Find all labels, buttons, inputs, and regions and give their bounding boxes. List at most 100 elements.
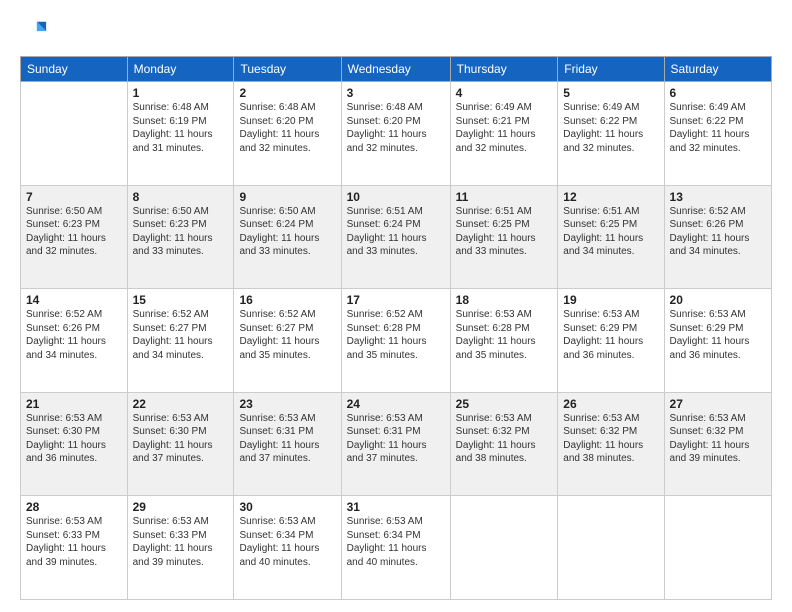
- day-number: 16: [239, 293, 335, 307]
- calendar-cell: [558, 496, 664, 600]
- day-number: 26: [563, 397, 658, 411]
- calendar-cell: 12Sunrise: 6:51 AMSunset: 6:25 PMDayligh…: [558, 185, 664, 289]
- day-number: 12: [563, 190, 658, 204]
- day-info: Sunrise: 6:48 AMSunset: 6:20 PMDaylight:…: [239, 101, 335, 155]
- day-number: 8: [133, 190, 229, 204]
- day-number: 31: [347, 500, 445, 514]
- column-header-thursday: Thursday: [450, 57, 558, 82]
- calendar-cell: 1Sunrise: 6:48 AMSunset: 6:19 PMDaylight…: [127, 82, 234, 186]
- day-info: Sunrise: 6:52 AMSunset: 6:28 PMDaylight:…: [347, 308, 445, 362]
- calendar-cell: 23Sunrise: 6:53 AMSunset: 6:31 PMDayligh…: [234, 392, 341, 496]
- day-info: Sunrise: 6:50 AMSunset: 6:23 PMDaylight:…: [26, 205, 122, 259]
- day-info: Sunrise: 6:52 AMSunset: 6:26 PMDaylight:…: [670, 205, 766, 259]
- day-number: 10: [347, 190, 445, 204]
- day-number: 7: [26, 190, 122, 204]
- day-info: Sunrise: 6:51 AMSunset: 6:25 PMDaylight:…: [563, 205, 658, 259]
- calendar-cell: 22Sunrise: 6:53 AMSunset: 6:30 PMDayligh…: [127, 392, 234, 496]
- day-number: 1: [133, 86, 229, 100]
- column-header-tuesday: Tuesday: [234, 57, 341, 82]
- header: [20, 18, 772, 46]
- calendar-cell: 20Sunrise: 6:53 AMSunset: 6:29 PMDayligh…: [664, 289, 771, 393]
- calendar-cell: 30Sunrise: 6:53 AMSunset: 6:34 PMDayligh…: [234, 496, 341, 600]
- day-info: Sunrise: 6:50 AMSunset: 6:24 PMDaylight:…: [239, 205, 335, 259]
- calendar-cell: 27Sunrise: 6:53 AMSunset: 6:32 PMDayligh…: [664, 392, 771, 496]
- calendar-cell: 3Sunrise: 6:48 AMSunset: 6:20 PMDaylight…: [341, 82, 450, 186]
- column-header-friday: Friday: [558, 57, 664, 82]
- day-number: 28: [26, 500, 122, 514]
- calendar-header-row: SundayMondayTuesdayWednesdayThursdayFrid…: [21, 57, 772, 82]
- calendar-cell: 28Sunrise: 6:53 AMSunset: 6:33 PMDayligh…: [21, 496, 128, 600]
- day-number: 14: [26, 293, 122, 307]
- day-number: 25: [456, 397, 553, 411]
- day-info: Sunrise: 6:53 AMSunset: 6:32 PMDaylight:…: [563, 412, 658, 466]
- calendar-cell: 9Sunrise: 6:50 AMSunset: 6:24 PMDaylight…: [234, 185, 341, 289]
- day-info: Sunrise: 6:53 AMSunset: 6:29 PMDaylight:…: [563, 308, 658, 362]
- logo: [20, 18, 52, 46]
- day-number: 11: [456, 190, 553, 204]
- calendar-cell: 7Sunrise: 6:50 AMSunset: 6:23 PMDaylight…: [21, 185, 128, 289]
- column-header-saturday: Saturday: [664, 57, 771, 82]
- day-info: Sunrise: 6:48 AMSunset: 6:20 PMDaylight:…: [347, 101, 445, 155]
- day-number: 4: [456, 86, 553, 100]
- calendar-cell: 18Sunrise: 6:53 AMSunset: 6:28 PMDayligh…: [450, 289, 558, 393]
- day-info: Sunrise: 6:53 AMSunset: 6:28 PMDaylight:…: [456, 308, 553, 362]
- calendar-cell: 4Sunrise: 6:49 AMSunset: 6:21 PMDaylight…: [450, 82, 558, 186]
- day-number: 20: [670, 293, 766, 307]
- calendar-week-row: 14Sunrise: 6:52 AMSunset: 6:26 PMDayligh…: [21, 289, 772, 393]
- day-info: Sunrise: 6:53 AMSunset: 6:34 PMDaylight:…: [239, 515, 335, 569]
- calendar-cell: 11Sunrise: 6:51 AMSunset: 6:25 PMDayligh…: [450, 185, 558, 289]
- day-number: 24: [347, 397, 445, 411]
- column-header-sunday: Sunday: [21, 57, 128, 82]
- day-info: Sunrise: 6:51 AMSunset: 6:24 PMDaylight:…: [347, 205, 445, 259]
- calendar-cell: 13Sunrise: 6:52 AMSunset: 6:26 PMDayligh…: [664, 185, 771, 289]
- day-info: Sunrise: 6:48 AMSunset: 6:19 PMDaylight:…: [133, 101, 229, 155]
- day-info: Sunrise: 6:49 AMSunset: 6:21 PMDaylight:…: [456, 101, 553, 155]
- day-number: 13: [670, 190, 766, 204]
- day-info: Sunrise: 6:53 AMSunset: 6:32 PMDaylight:…: [456, 412, 553, 466]
- calendar-week-row: 28Sunrise: 6:53 AMSunset: 6:33 PMDayligh…: [21, 496, 772, 600]
- day-number: 15: [133, 293, 229, 307]
- day-number: 9: [239, 190, 335, 204]
- day-number: 23: [239, 397, 335, 411]
- calendar-week-row: 7Sunrise: 6:50 AMSunset: 6:23 PMDaylight…: [21, 185, 772, 289]
- calendar-cell: 26Sunrise: 6:53 AMSunset: 6:32 PMDayligh…: [558, 392, 664, 496]
- day-info: Sunrise: 6:53 AMSunset: 6:29 PMDaylight:…: [670, 308, 766, 362]
- page: SundayMondayTuesdayWednesdayThursdayFrid…: [0, 0, 792, 612]
- calendar-cell: 24Sunrise: 6:53 AMSunset: 6:31 PMDayligh…: [341, 392, 450, 496]
- day-number: 17: [347, 293, 445, 307]
- day-info: Sunrise: 6:53 AMSunset: 6:31 PMDaylight:…: [347, 412, 445, 466]
- column-header-monday: Monday: [127, 57, 234, 82]
- calendar-cell: [21, 82, 128, 186]
- day-number: 3: [347, 86, 445, 100]
- day-number: 21: [26, 397, 122, 411]
- calendar-cell: 17Sunrise: 6:52 AMSunset: 6:28 PMDayligh…: [341, 289, 450, 393]
- calendar-cell: 8Sunrise: 6:50 AMSunset: 6:23 PMDaylight…: [127, 185, 234, 289]
- calendar-cell: 5Sunrise: 6:49 AMSunset: 6:22 PMDaylight…: [558, 82, 664, 186]
- calendar-cell: [450, 496, 558, 600]
- day-info: Sunrise: 6:53 AMSunset: 6:33 PMDaylight:…: [26, 515, 122, 569]
- day-number: 27: [670, 397, 766, 411]
- calendar-cell: 31Sunrise: 6:53 AMSunset: 6:34 PMDayligh…: [341, 496, 450, 600]
- logo-icon: [20, 18, 48, 46]
- calendar-cell: 29Sunrise: 6:53 AMSunset: 6:33 PMDayligh…: [127, 496, 234, 600]
- day-info: Sunrise: 6:49 AMSunset: 6:22 PMDaylight:…: [563, 101, 658, 155]
- day-number: 2: [239, 86, 335, 100]
- calendar-cell: 15Sunrise: 6:52 AMSunset: 6:27 PMDayligh…: [127, 289, 234, 393]
- day-number: 19: [563, 293, 658, 307]
- calendar-cell: 10Sunrise: 6:51 AMSunset: 6:24 PMDayligh…: [341, 185, 450, 289]
- day-info: Sunrise: 6:53 AMSunset: 6:31 PMDaylight:…: [239, 412, 335, 466]
- day-info: Sunrise: 6:52 AMSunset: 6:27 PMDaylight:…: [239, 308, 335, 362]
- day-info: Sunrise: 6:51 AMSunset: 6:25 PMDaylight:…: [456, 205, 553, 259]
- calendar-cell: 16Sunrise: 6:52 AMSunset: 6:27 PMDayligh…: [234, 289, 341, 393]
- calendar-cell: 25Sunrise: 6:53 AMSunset: 6:32 PMDayligh…: [450, 392, 558, 496]
- day-info: Sunrise: 6:53 AMSunset: 6:30 PMDaylight:…: [26, 412, 122, 466]
- day-number: 29: [133, 500, 229, 514]
- day-info: Sunrise: 6:53 AMSunset: 6:32 PMDaylight:…: [670, 412, 766, 466]
- calendar-cell: [664, 496, 771, 600]
- day-number: 5: [563, 86, 658, 100]
- calendar-cell: 19Sunrise: 6:53 AMSunset: 6:29 PMDayligh…: [558, 289, 664, 393]
- column-header-wednesday: Wednesday: [341, 57, 450, 82]
- calendar-week-row: 21Sunrise: 6:53 AMSunset: 6:30 PMDayligh…: [21, 392, 772, 496]
- day-info: Sunrise: 6:53 AMSunset: 6:34 PMDaylight:…: [347, 515, 445, 569]
- calendar-week-row: 1Sunrise: 6:48 AMSunset: 6:19 PMDaylight…: [21, 82, 772, 186]
